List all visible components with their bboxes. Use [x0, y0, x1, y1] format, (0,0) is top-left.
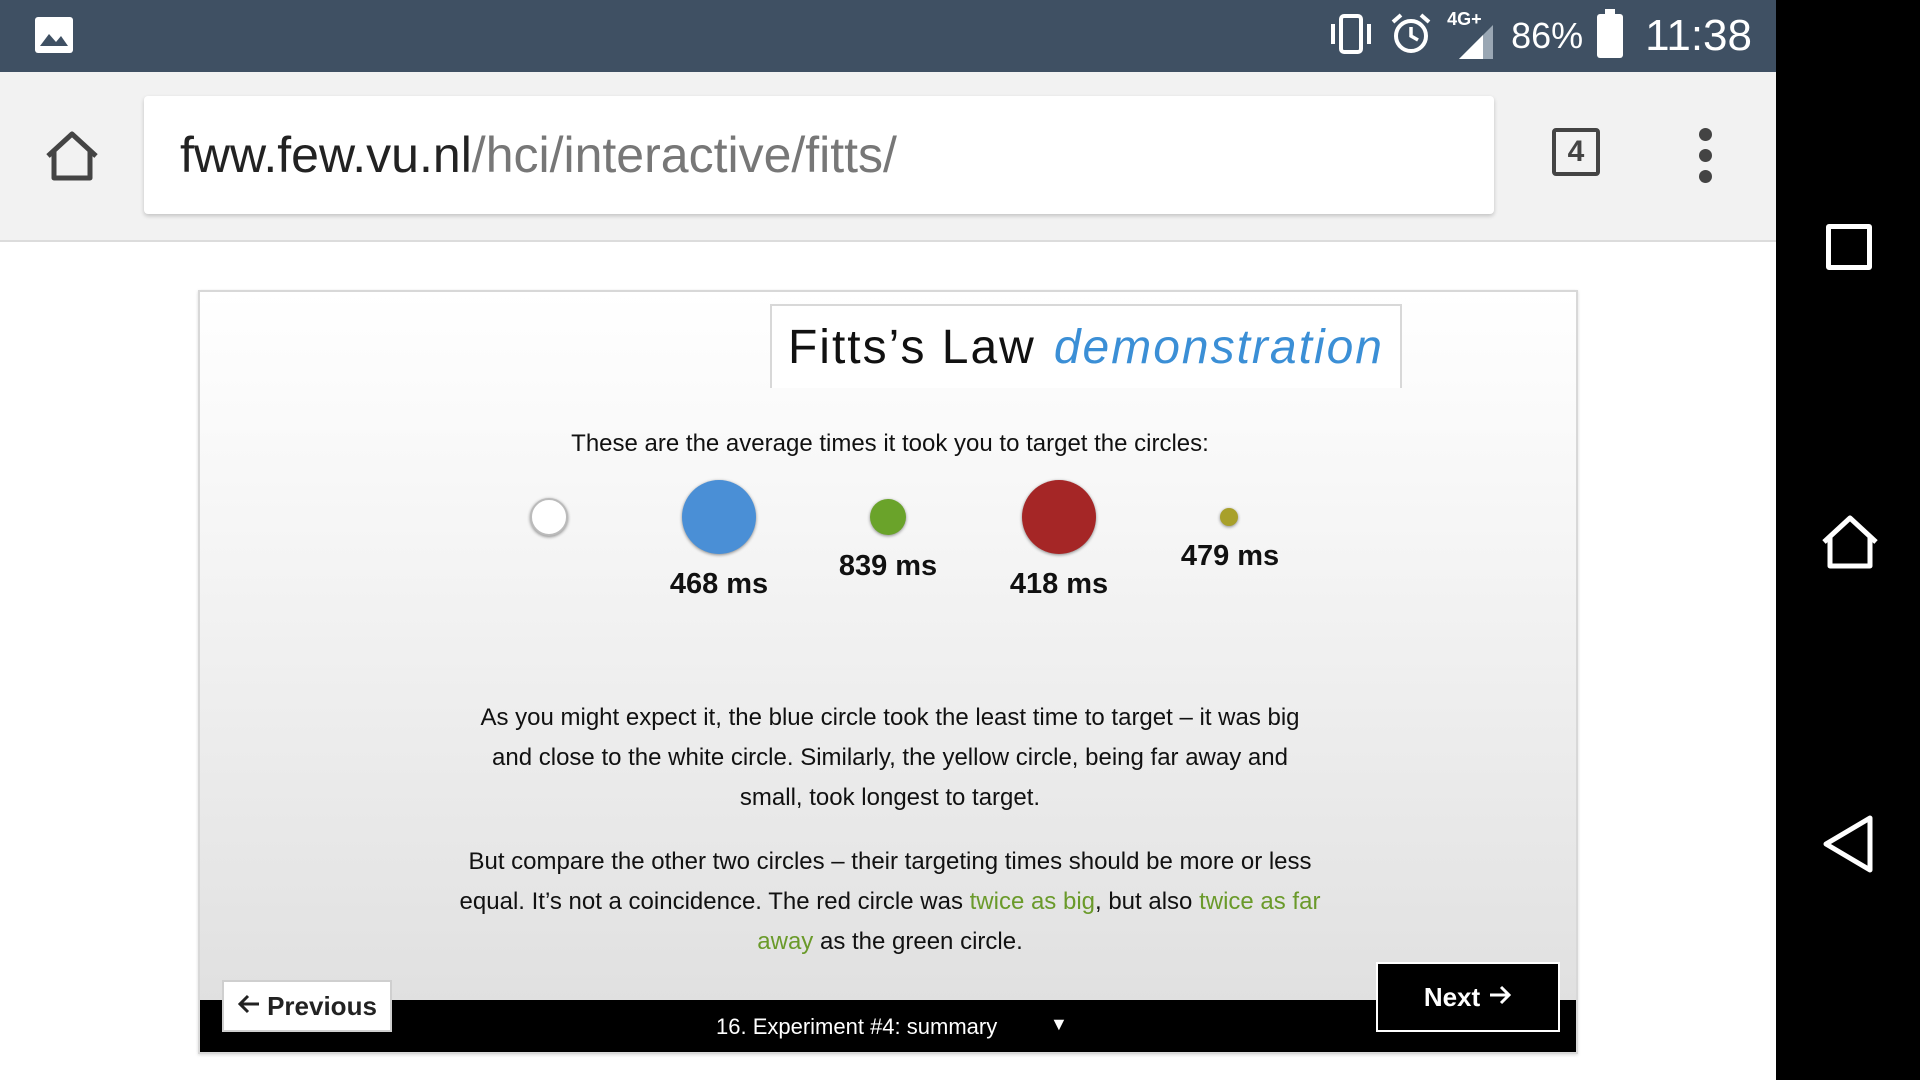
clock: 11:38 — [1645, 11, 1752, 60]
page-title: Fitts’s Law demonstration — [770, 304, 1402, 388]
comparison-paragraph: But compare the other two circles – thei… — [200, 842, 1580, 962]
previous-button[interactable]: Previous — [222, 980, 392, 1032]
page-content: Fitts’s Law demonstration These are the … — [0, 242, 1776, 1080]
vibrate-icon — [1327, 12, 1375, 61]
status-bar: 4G+ 86% 11:38 — [0, 0, 1776, 72]
white-circle — [530, 498, 568, 536]
url-host: fww.few.vu.nl — [180, 127, 472, 183]
paragraph-2-part-b: , but also — [1095, 888, 1200, 915]
home-icon[interactable] — [40, 124, 104, 188]
next-button[interactable]: Next — [1376, 962, 1560, 1032]
battery-icon — [1597, 9, 1624, 58]
browser-toolbar: fww.few.vu.nl/hci/interactive/fitts/ 4 — [0, 72, 1776, 242]
blue-time: 468 ms — [669, 568, 769, 600]
yellow-circle — [1220, 508, 1238, 526]
arrow-left-icon — [237, 991, 261, 1022]
next-label: Next — [1423, 981, 1481, 1012]
demo-card: Fitts’s Law demonstration These are the … — [198, 290, 1578, 1054]
red-time: 418 ms — [1009, 568, 1109, 600]
paragraph-2-text: But compare the other two circles – thei… — [455, 842, 1325, 962]
previous-label: Previous — [267, 990, 377, 1021]
paragraph-2-part-c: as the green circle. — [813, 928, 1023, 955]
overflow-menu-icon[interactable] — [1690, 128, 1720, 184]
android-nav-bar — [1776, 0, 1920, 1080]
yellow-time: 479 ms — [1180, 540, 1280, 572]
arrow-right-icon — [1488, 982, 1512, 1013]
chapter-bar[interactable]: 16. Experiment #4: summary ▼ — [200, 1000, 1576, 1052]
alarm-icon — [1389, 12, 1433, 61]
blue-circle — [682, 480, 756, 554]
green-time: 839 ms — [838, 550, 938, 582]
green-circle — [870, 499, 906, 535]
tab-switcher-button[interactable]: 4 — [1552, 128, 1600, 176]
title-accent: demonstration — [1053, 320, 1384, 374]
explanation-paragraph: As you might expect it, the blue circle … — [200, 698, 1580, 818]
red-circle — [1022, 480, 1096, 554]
paragraph-1-text: As you might expect it, the blue circle … — [480, 704, 1300, 811]
dropdown-arrow-icon[interactable]: ▼ — [1050, 1014, 1068, 1035]
nav-home-icon[interactable] — [1818, 510, 1882, 574]
image-notification-icon — [34, 16, 74, 54]
highlight-twice-as-big: twice as big — [969, 888, 1095, 915]
url-bar[interactable]: fww.few.vu.nl/hci/interactive/fitts/ — [144, 96, 1494, 214]
signal-icon: 4G+ — [1447, 9, 1497, 61]
chapter-select[interactable]: 16. Experiment #4: summary — [716, 1014, 997, 1040]
title-main: Fitts’s Law — [787, 320, 1036, 374]
recents-icon[interactable] — [1826, 224, 1872, 270]
battery-percent: 86% — [1511, 15, 1584, 56]
url-path: /hci/interactive/fitts/ — [471, 127, 897, 183]
back-icon[interactable] — [1820, 812, 1876, 876]
